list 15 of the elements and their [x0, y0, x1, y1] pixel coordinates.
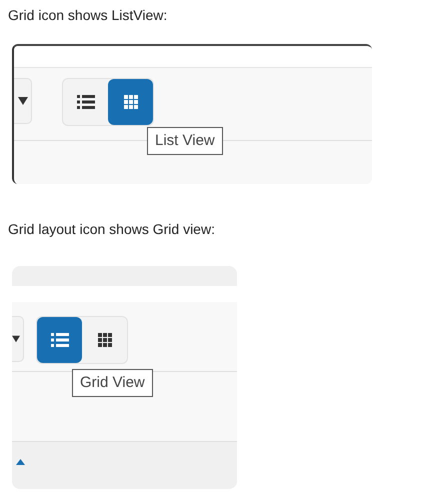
tooltip: Grid View [72, 369, 153, 397]
grid-icon [96, 332, 114, 348]
caret-icon [18, 97, 28, 105]
dropdown-button[interactable] [14, 78, 32, 124]
list-view-button[interactable] [37, 317, 82, 363]
grid-view-button[interactable] [108, 79, 153, 125]
list-icon [50, 332, 68, 348]
caret-icon [12, 335, 20, 343]
list-icon [76, 94, 94, 110]
caption: Grid icon shows ListView: [7, 6, 168, 24]
caption: Grid layout icon shows Grid view: [7, 220, 216, 238]
grid-icon [122, 94, 140, 110]
tooltip: List View [147, 127, 223, 155]
dropdown-button[interactable] [12, 316, 24, 362]
sort-up-icon [16, 459, 25, 465]
